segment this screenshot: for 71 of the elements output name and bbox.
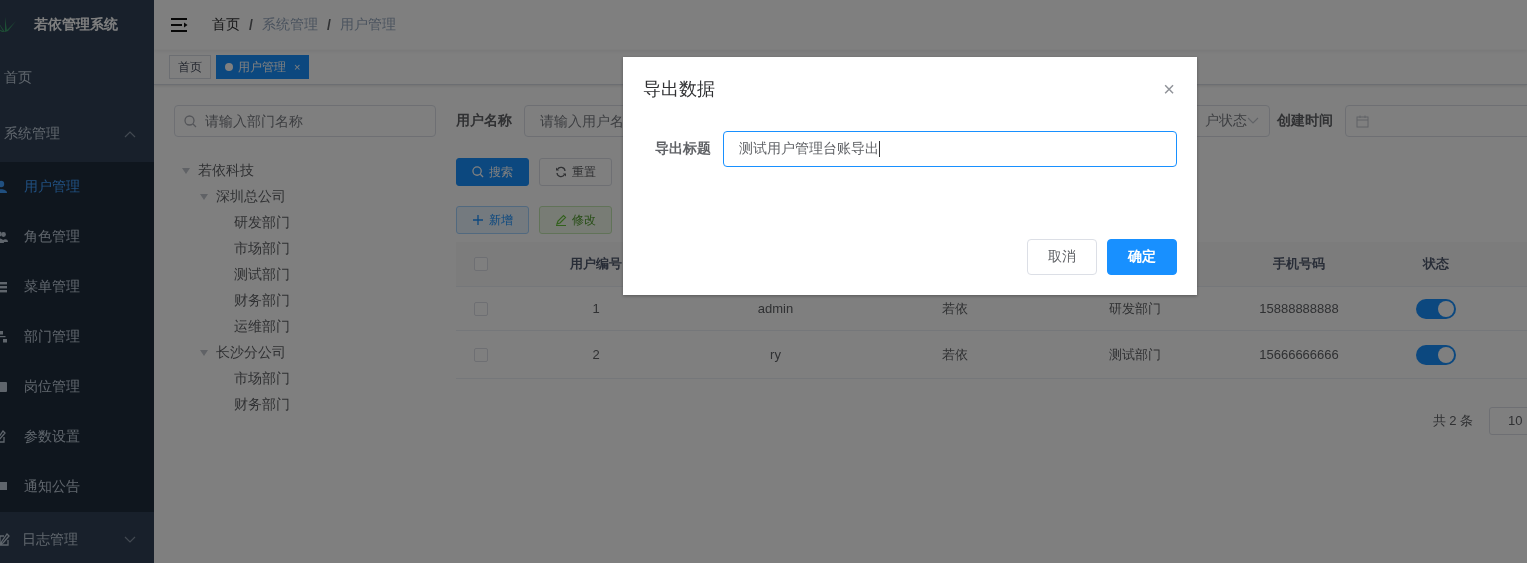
submenu-item[interactable]: 参数设置 [0, 412, 154, 462]
tree-node[interactable]: 若依科技 [198, 162, 254, 180]
tree-node[interactable]: 财务部门 [234, 396, 290, 414]
page-tab[interactable]: 首页 [169, 55, 211, 79]
app-title: 若依管理系统 [34, 16, 118, 34]
tree-node[interactable]: 深圳总公司 [216, 188, 286, 206]
table-cell-text: 若依 [941, 345, 969, 364]
refresh-icon [555, 166, 567, 178]
pencil-icon [555, 214, 567, 226]
column-header: 状态 [1421, 255, 1450, 273]
caret-icon[interactable] [200, 350, 208, 356]
chevron-icon [1247, 117, 1259, 125]
confirm-button[interactable]: 确定 [1107, 239, 1177, 275]
submenu-item[interactable]: 角色管理 [0, 212, 154, 262]
submenu-item[interactable]: 用户管理 [0, 162, 154, 212]
tree-node[interactable]: 市场部门 [234, 370, 290, 388]
submenu-item[interactable]: 菜单管理 [0, 262, 154, 312]
tree-node[interactable]: 研发部门 [234, 214, 290, 232]
edit-button[interactable]: 修改 [539, 206, 612, 234]
submenu-item[interactable]: 部门管理 [0, 312, 154, 362]
tree-node[interactable]: 长沙分公司 [216, 344, 286, 362]
breadcrumb-separator: / [249, 17, 253, 33]
search-icon [472, 166, 484, 178]
calendar-icon [1356, 114, 1369, 128]
table-cell-text: 15666666666 [1258, 347, 1340, 362]
cancel-button[interactable]: 取消 [1027, 239, 1097, 275]
tree-node[interactable]: 财务部门 [234, 292, 290, 310]
table-cell-text: ry [769, 347, 782, 362]
search-button[interactable]: 搜索 [456, 158, 529, 186]
field-label: 导出标题 [655, 140, 711, 158]
total-count: 共 2 条 [1432, 412, 1473, 430]
menu-group[interactable]: 系统管理 [0, 106, 154, 162]
menu-item[interactable]: 首页 [0, 50, 154, 106]
page-size-select[interactable]: 10 [1489, 407, 1527, 435]
submenu-item[interactable]: 岗位管理 [0, 362, 154, 412]
column-header: 用户编号 [569, 255, 623, 273]
tree-node[interactable]: 市场部门 [234, 240, 290, 258]
submenu-item[interactable]: 通知公告 [0, 462, 154, 512]
field-label: 创建时间 [1277, 112, 1333, 130]
pencil-icon [0, 533, 10, 547]
chevron-icon [124, 130, 136, 138]
status-switch[interactable] [1416, 344, 1456, 365]
chevron-icon [124, 536, 136, 544]
date-range-field[interactable] [1345, 105, 1527, 137]
tree-node[interactable]: 测试部门 [234, 266, 290, 284]
menu-icon[interactable] [171, 18, 188, 32]
export-title-field[interactable]: 测试用户管理台账导出 [723, 131, 1177, 167]
reset-button[interactable]: 重置 [539, 158, 612, 186]
table-cell-text: 研发部门 [1108, 299, 1162, 318]
breadcrumb-item[interactable]: 首页 [212, 16, 240, 34]
plus-icon [472, 214, 484, 226]
caret-icon[interactable] [182, 168, 190, 174]
dept-search-field[interactable]: 请输入部门名称 [174, 105, 436, 137]
add-button[interactable]: 新增 [456, 206, 529, 234]
column-header: 手机号码 [1272, 255, 1326, 273]
tree-node[interactable]: 运维部门 [234, 318, 290, 336]
table-cell-text: 测试部门 [1108, 345, 1162, 364]
table-cell-text: 1 [591, 301, 601, 316]
table-cell-text: 2 [591, 347, 601, 362]
breadcrumb-separator: / [326, 17, 331, 33]
table-cell-text: 若依 [941, 299, 969, 318]
status-switch[interactable] [1416, 298, 1456, 319]
table-cell-text: admin [756, 301, 795, 316]
table-cell-text: 15888888888 [1258, 301, 1340, 316]
dialog-title: 导出数据 [643, 78, 715, 101]
page-tab[interactable]: 用户管理 × [216, 55, 310, 79]
close-button[interactable]: × [1161, 79, 1177, 99]
caret-icon[interactable] [200, 194, 208, 200]
menu-group[interactable]: 日志管理 [0, 512, 154, 563]
field-label: 用户名称 [456, 112, 512, 130]
search-icon [184, 115, 197, 128]
